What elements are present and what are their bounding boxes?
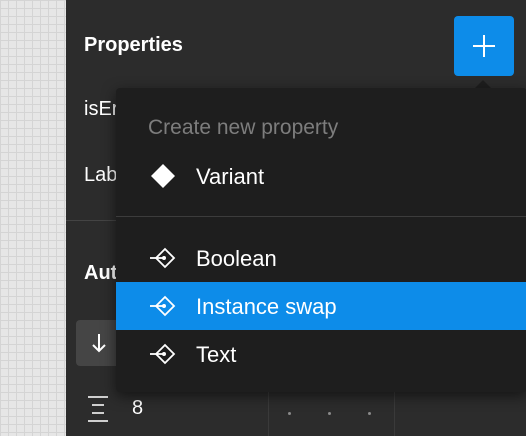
arrow-down-icon xyxy=(92,334,106,353)
property-row-label[interactable]: Lab xyxy=(84,164,117,187)
component-property-icon xyxy=(148,342,178,366)
spacing-icon xyxy=(88,396,108,422)
menu-item-label: Variant xyxy=(196,164,265,189)
alignment-grid[interactable] xyxy=(288,400,378,420)
add-property-button[interactable] xyxy=(454,16,514,76)
diamond-icon xyxy=(148,164,178,188)
plus-icon xyxy=(473,35,495,57)
component-property-icon xyxy=(148,294,178,318)
create-property-menu: Create new property Variant Boolean Inst… xyxy=(116,88,526,392)
menu-item-variant[interactable]: Variant xyxy=(116,152,526,200)
property-row-iser[interactable]: isEr xyxy=(84,98,118,121)
menu-separator xyxy=(116,216,526,217)
canvas-area[interactable] xyxy=(0,0,66,436)
panel-title: Properties xyxy=(84,34,183,56)
menu-item-boolean[interactable]: Boolean xyxy=(116,234,526,282)
component-property-icon xyxy=(148,246,178,270)
menu-item-label: Boolean xyxy=(196,246,277,271)
menu-header: Create new property xyxy=(148,116,339,139)
menu-item-instance-swap[interactable]: Instance swap xyxy=(116,282,526,330)
menu-item-label: Instance swap xyxy=(196,294,337,319)
auto-layout-title: Aut xyxy=(84,262,118,284)
spacing-value[interactable]: 8 xyxy=(132,397,143,420)
menu-item-text[interactable]: Text xyxy=(116,330,526,378)
menu-item-label: Text xyxy=(196,342,237,367)
